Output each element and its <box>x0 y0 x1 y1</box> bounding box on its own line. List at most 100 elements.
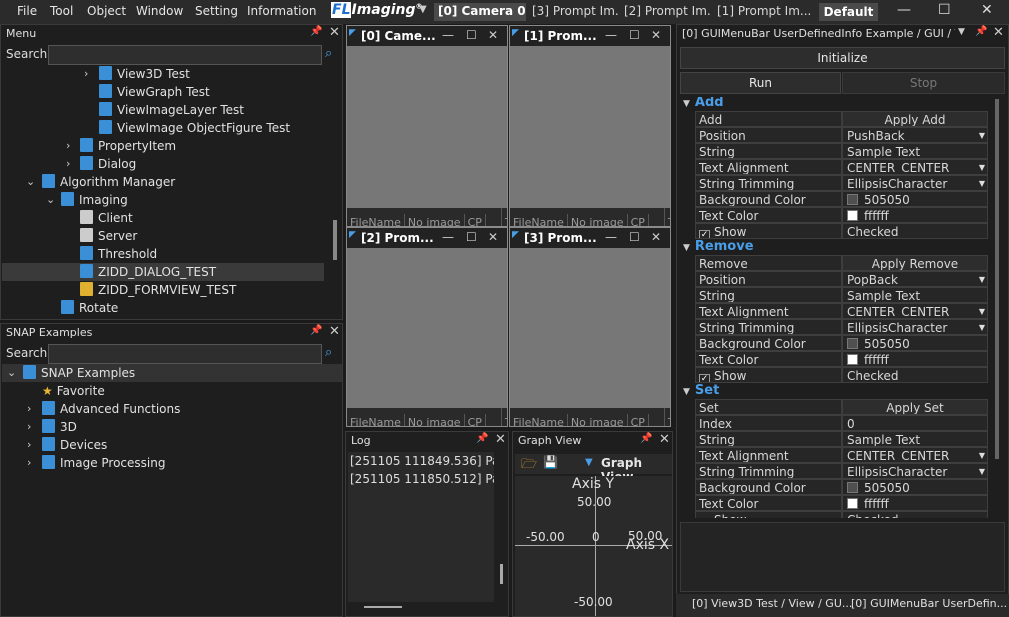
log-content[interactable]: [251105 111849.536] Pa [251105 111850.51… <box>348 452 494 602</box>
section-header-remove[interactable]: ▼ Remove <box>683 239 754 254</box>
chevron-down-icon[interactable]: ▼ <box>683 99 690 109</box>
color-swatch[interactable] <box>847 498 858 509</box>
view-minimize-icon[interactable]: — <box>605 28 617 42</box>
dropdown-arrow-icon[interactable]: ▼ <box>979 128 985 142</box>
color-swatch[interactable] <box>847 338 858 349</box>
tab-prompt-1[interactable]: [1] Prompt Im... <box>713 3 813 21</box>
view-maximize-icon[interactable]: ☐ <box>466 28 477 42</box>
property-value[interactable]: Sample Text <box>842 431 988 447</box>
view-maximize-icon[interactable]: ☐ <box>466 230 477 244</box>
tree-item-favorite[interactable]: ★ Favorite <box>42 382 105 400</box>
chevron-down-icon[interactable]: ▼ <box>683 387 690 397</box>
property-dropdown[interactable]: PushBack ▼ <box>842 127 988 143</box>
property-scrollbar[interactable] <box>995 99 999 459</box>
checkbox-checked-icon[interactable]: ✓ <box>699 230 710 238</box>
chevron-right-icon[interactable]: › <box>27 456 31 469</box>
tree-item-snap-examples[interactable]: SNAP Examples <box>23 364 135 382</box>
tree-item-imaging[interactable]: Imaging <box>61 191 128 209</box>
bottom-tab-view3d[interactable]: [0] View3D Test / View / GU... <box>692 597 852 610</box>
property-dropdown[interactable]: EllipsisCharacter ▼ <box>842 463 988 479</box>
dropdown-arrow-icon[interactable]: ▼ <box>979 272 985 286</box>
chevron-down-icon[interactable]: ⌄ <box>46 193 55 206</box>
tree-item-viewimage-objectfigure-test[interactable]: ViewImage ObjectFigure Test <box>99 119 290 137</box>
color-picker[interactable]: 505050 <box>842 191 988 207</box>
dropdown-arrow-icon[interactable]: ▼ <box>979 448 985 462</box>
menu-file[interactable]: File <box>17 4 37 18</box>
tree-item-3d[interactable]: 3D <box>42 418 77 436</box>
search-icon[interactable]: ⌕ <box>325 46 332 61</box>
log-scrollbar[interactable] <box>500 564 503 584</box>
color-picker[interactable]: ffffff <box>842 495 988 511</box>
show-checkbox[interactable]: ✓Show <box>695 223 842 239</box>
color-swatch[interactable] <box>847 482 858 493</box>
view-minimize-icon[interactable]: — <box>605 230 617 244</box>
tree-item-view3d-test[interactable]: View3D Test <box>99 65 190 83</box>
tree-item-client[interactable]: Client <box>80 209 133 227</box>
image-view-3[interactable]: ◤ [3] Prom... — ☐ ✕ FileNameNo imageCP TP <box>509 227 671 427</box>
tree-item-viewgraph-test[interactable]: ViewGraph Test <box>99 83 210 101</box>
color-picker[interactable]: ffffff <box>842 207 988 223</box>
search-icon[interactable]: ⌕ <box>325 345 332 360</box>
snap-search-input[interactable] <box>48 344 322 364</box>
panel-menu-chevron-icon[interactable]: ▼ <box>958 27 965 37</box>
tree-item-propertyitem[interactable]: PropertyItem <box>80 137 176 155</box>
panel-close-icon[interactable]: ✕ <box>329 25 340 40</box>
menu-setting[interactable]: Setting <box>195 4 238 18</box>
view-menu-icon[interactable]: ◤ <box>512 28 519 38</box>
property-dropdown[interactable]: CENTER_CENTER ▼ <box>842 303 988 319</box>
pin-icon[interactable]: 📌 <box>310 325 322 336</box>
chevron-right-icon[interactable]: › <box>27 438 31 451</box>
stop-button[interactable]: Stop <box>842 72 1005 94</box>
pin-icon[interactable]: 📌 <box>975 26 987 37</box>
property-value[interactable]: 0 <box>842 415 988 431</box>
tree-item-image-processing[interactable]: Image Processing <box>42 454 165 472</box>
run-button[interactable]: Run <box>680 72 841 94</box>
panel-close-icon[interactable]: ✕ <box>993 25 1004 40</box>
chevron-down-icon[interactable]: ▼ <box>683 243 690 253</box>
show-checkbox[interactable]: ✓Show <box>695 367 842 383</box>
show-checkbox[interactable]: ✓Show <box>695 511 842 518</box>
property-dropdown[interactable]: PopBack ▼ <box>842 271 988 287</box>
image-view-0[interactable]: ◤ [0] Came... — ☐ ✕ FileNameNo imageCP TP <box>346 25 508 227</box>
view-minimize-icon[interactable]: — <box>442 230 454 244</box>
chevron-right-icon[interactable]: › <box>66 157 70 170</box>
graph-menu-chevron-icon[interactable]: ▼ <box>585 457 593 468</box>
property-value[interactable]: Sample Text <box>842 287 988 303</box>
chevron-right-icon[interactable]: › <box>66 139 70 152</box>
tree-item-server[interactable]: Server <box>80 227 137 245</box>
checkbox-checked-icon[interactable]: ✓ <box>699 374 710 382</box>
view-close-icon[interactable]: ✕ <box>488 230 498 244</box>
color-picker[interactable]: 505050 <box>842 335 988 351</box>
color-picker[interactable]: ffffff <box>842 351 988 367</box>
tree-item-rotate[interactable]: Rotate <box>61 299 118 317</box>
pin-icon[interactable]: 📌 <box>310 26 322 37</box>
color-picker[interactable]: 505050 <box>842 479 988 495</box>
view-close-icon[interactable]: ✕ <box>651 230 661 244</box>
view-menu-icon[interactable]: ◤ <box>512 230 519 240</box>
tree-item-viewimagelayer-test[interactable]: ViewImageLayer Test <box>99 101 244 119</box>
menu-search-input[interactable] <box>48 45 322 65</box>
tab-camera-001[interactable]: [0] Camera 001 <box>434 3 526 21</box>
menu-object[interactable]: Object <box>87 4 126 18</box>
section-header-add[interactable]: ▼ Add <box>683 97 724 110</box>
pin-icon[interactable]: 📌 <box>476 433 488 444</box>
property-dropdown[interactable]: CENTER_CENTER ▼ <box>842 159 988 175</box>
panel-close-icon[interactable]: ✕ <box>659 432 670 447</box>
section-header-set[interactable]: ▼ Set <box>683 383 719 398</box>
log-hscrollbar[interactable] <box>364 606 402 608</box>
property-value[interactable]: Sample Text <box>842 143 988 159</box>
view-minimize-icon[interactable]: — <box>442 28 454 42</box>
image-view-1[interactable]: ◤ [1] Prom... — ☐ ✕ FileNameNo imageCP TP <box>509 25 671 227</box>
dropdown-arrow-icon[interactable]: ▼ <box>979 176 985 190</box>
bottom-tab-guimenubar[interactable]: [0] GUIMenuBar UserDefin... <box>851 597 1007 610</box>
tree-item-threshold[interactable]: Threshold <box>80 245 157 263</box>
tree-item-advanced-functions[interactable]: Advanced Functions <box>42 400 180 418</box>
dropdown-arrow-icon[interactable]: ▼ <box>979 320 985 334</box>
initialize-button[interactable]: Initialize <box>680 47 1005 69</box>
view-close-icon[interactable]: ✕ <box>651 28 661 42</box>
maximize-icon[interactable]: ☐ <box>938 2 951 18</box>
property-value[interactable]: Checked <box>842 367 988 383</box>
tree-item-devices[interactable]: Devices <box>42 436 107 454</box>
minimize-icon[interactable]: — <box>897 2 911 18</box>
color-swatch[interactable] <box>847 194 858 205</box>
